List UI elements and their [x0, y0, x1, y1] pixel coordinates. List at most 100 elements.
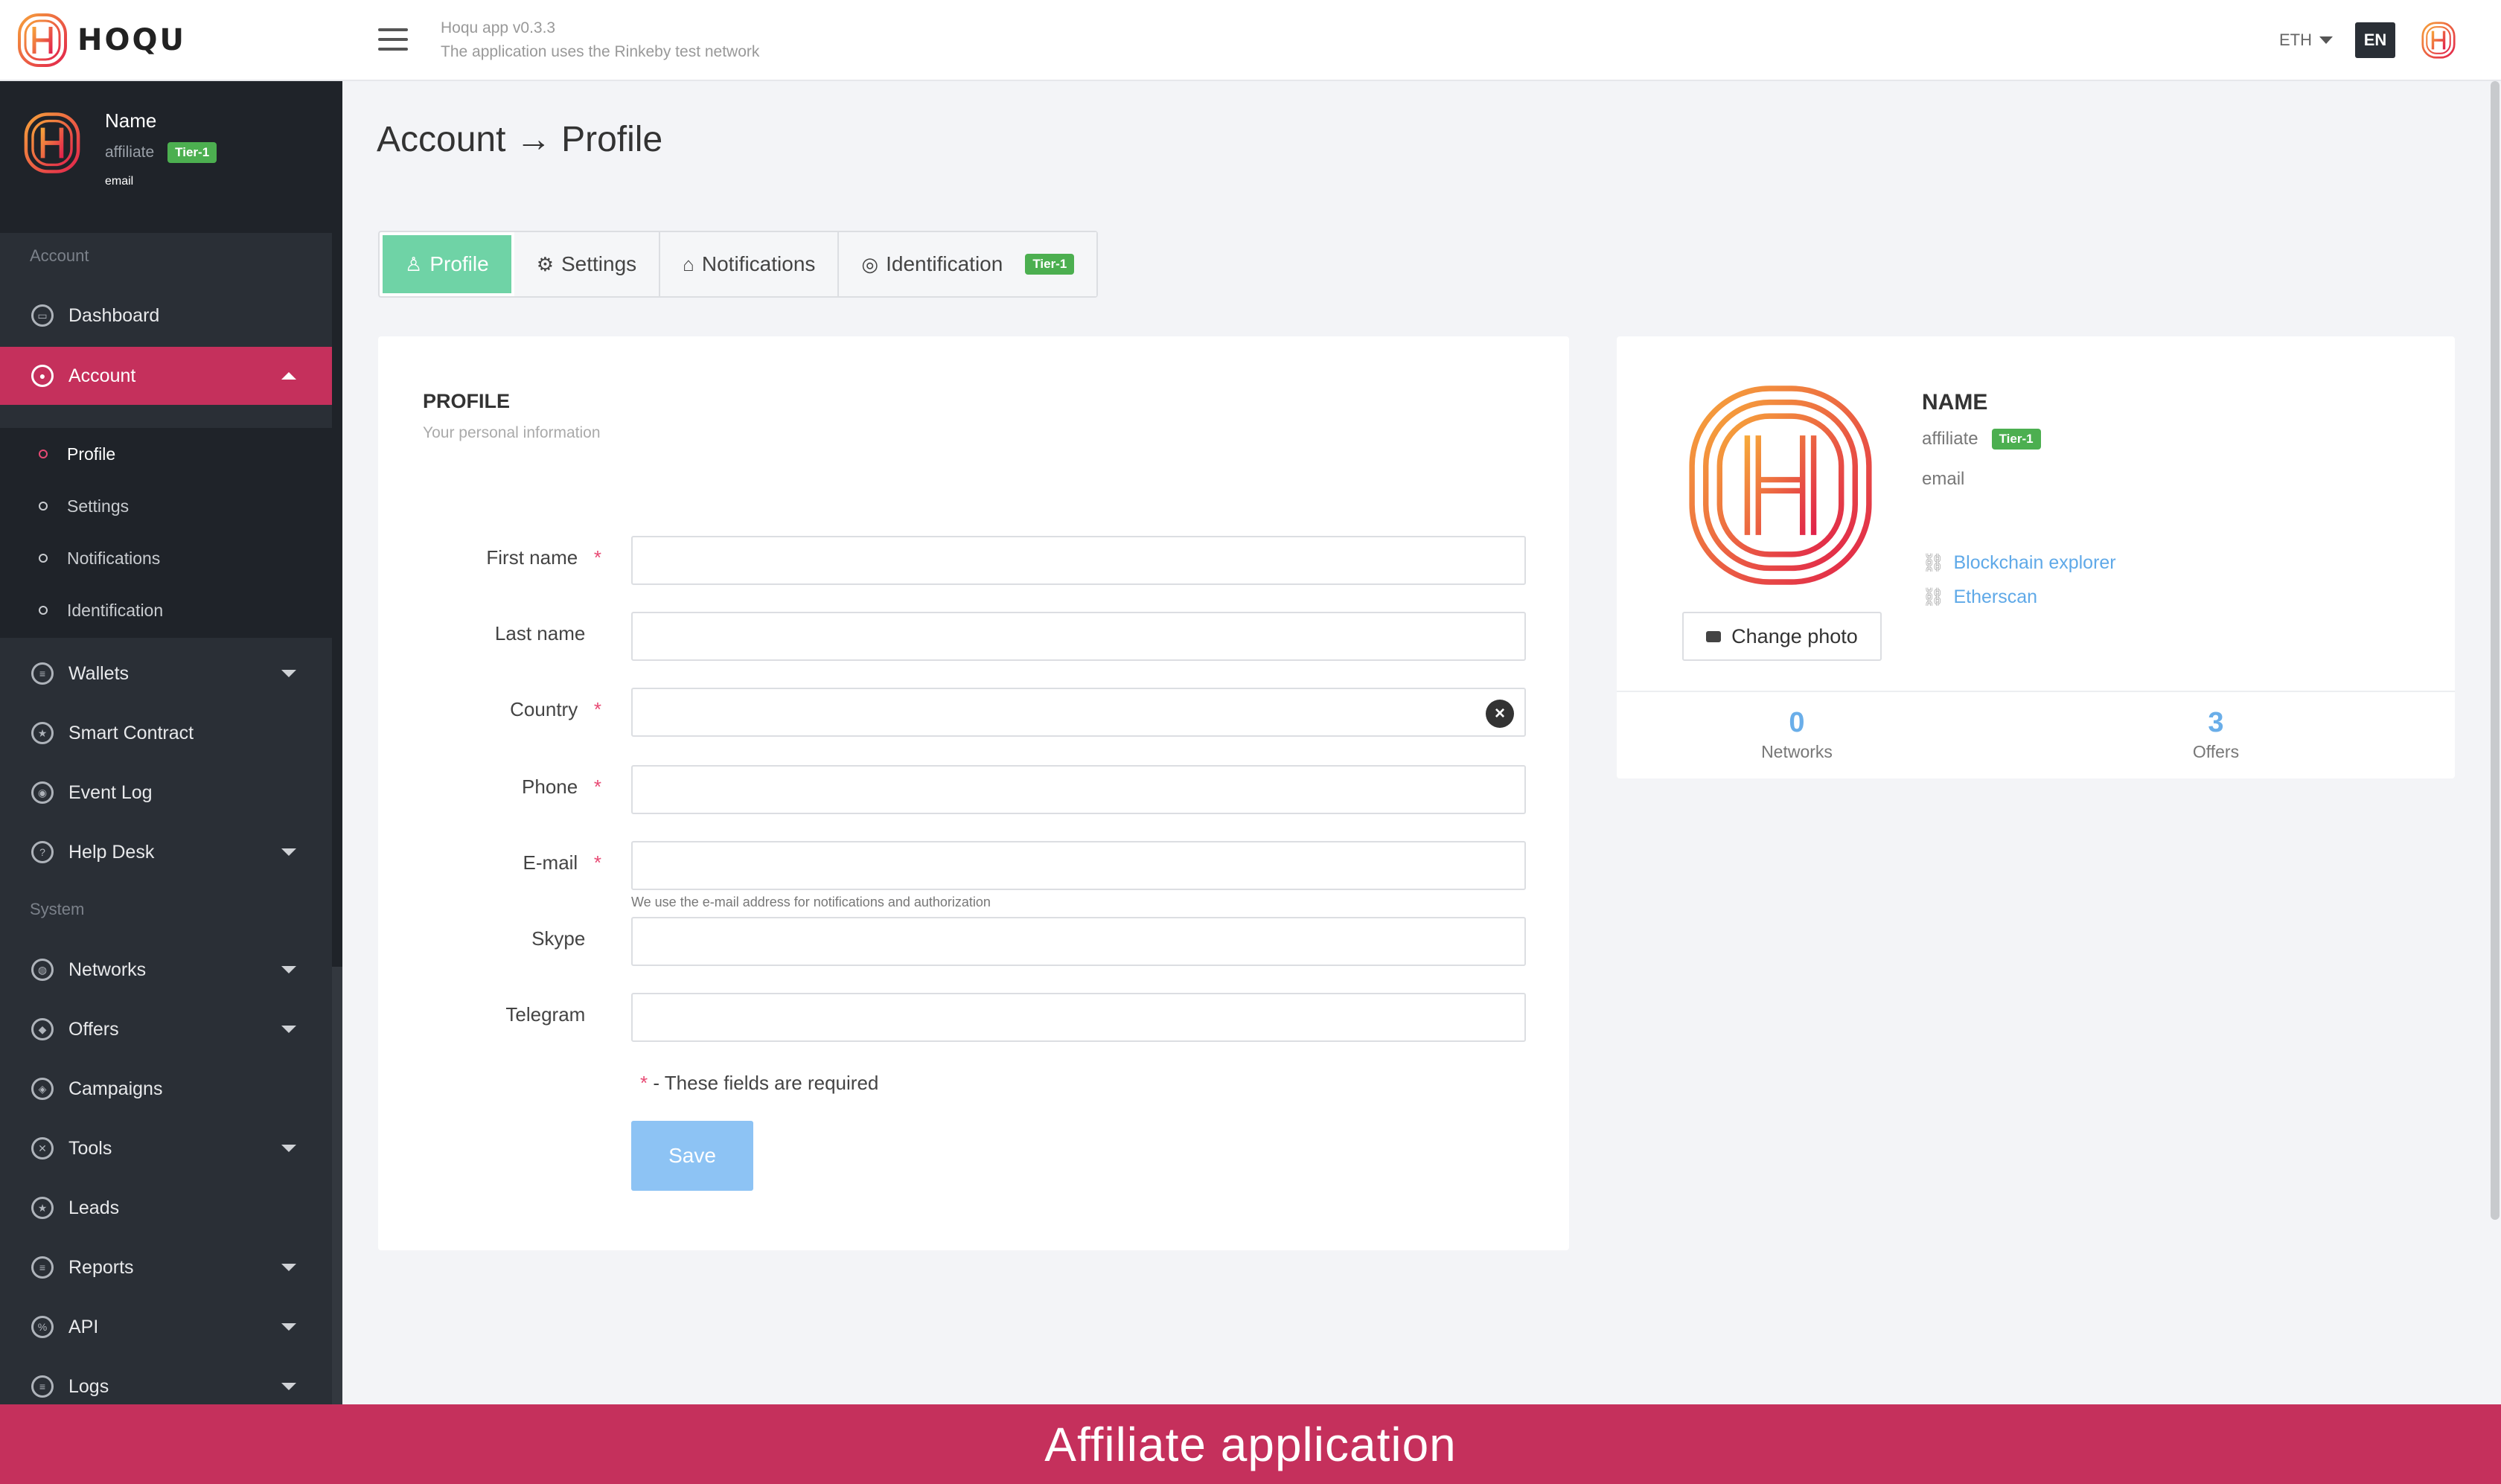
change-photo-label: Change photo: [1731, 624, 1858, 647]
tab-profile[interactable]: ♙ Profile: [383, 235, 511, 293]
sidebar-item-label: Networks: [68, 959, 147, 980]
save-button[interactable]: Save: [631, 1121, 753, 1191]
sidebar-item-tools[interactable]: ✕ Tools: [0, 1119, 332, 1177]
required-note: * - These fields are required: [640, 1072, 878, 1095]
phone-field[interactable]: [631, 765, 1526, 814]
language-button[interactable]: EN: [2355, 22, 2395, 58]
sidebar-scroll-thumb[interactable]: [332, 81, 342, 967]
required-marker: *: [593, 775, 601, 798]
submenu-item-profile[interactable]: Profile: [0, 428, 332, 480]
submenu-label: Profile: [67, 444, 116, 464]
tab-label: Identification: [886, 252, 1003, 275]
sidebar-user-role: affiliate Tier-1: [105, 142, 217, 163]
caret-down-icon: [2319, 36, 2333, 44]
currency-dropdown[interactable]: ETH: [2279, 31, 2333, 50]
profile-form-card: PROFILE Your personal information First …: [378, 336, 1569, 1250]
skype-field[interactable]: [631, 917, 1526, 966]
bullet-icon: [39, 554, 48, 563]
section-label-system: System: [30, 900, 85, 918]
sidebar-item-leads[interactable]: ★ Leads: [0, 1179, 332, 1237]
stat-value: 0: [1789, 707, 1805, 738]
role-label: affiliate: [1922, 429, 1978, 449]
gear-icon: ⚙: [536, 252, 554, 275]
tab-label: Notifications: [701, 252, 816, 275]
tab-settings[interactable]: ⚙ Settings: [514, 232, 661, 296]
sidebar-item-label: Reports: [68, 1256, 134, 1278]
sidebar-item-wallets[interactable]: ≡ Wallets: [0, 645, 332, 703]
menu-toggle-icon[interactable]: [378, 28, 408, 51]
first-name-field[interactable]: [631, 536, 1526, 585]
blockchain-explorer-link[interactable]: ⛓ Blockchain explorer: [1922, 552, 2116, 574]
profile-card-title: PROFILE: [423, 390, 511, 412]
sidebar-item-account[interactable]: ● Account: [0, 347, 332, 405]
last-name-label: Last name: [378, 622, 601, 645]
main-scrollbar[interactable]: [2489, 81, 2501, 1404]
sidebar-item-campaigns[interactable]: ◈ Campaigns: [0, 1060, 332, 1118]
submenu-label: Settings: [67, 496, 130, 516]
user-icon: ♙: [405, 252, 423, 275]
chevron-down-icon: [281, 1026, 296, 1033]
profile-summary-card: Change photo NAME affiliate Tier-1 email…: [1617, 336, 2455, 778]
chevron-down-icon: [281, 1323, 296, 1331]
sidebar-item-event-log[interactable]: ◉ Event Log: [0, 764, 332, 822]
role-label: affiliate: [105, 144, 155, 161]
sidebar-item-label: Event Log: [68, 781, 153, 803]
user-avatar-icon[interactable]: [2421, 21, 2456, 60]
sidebar-item-label: Offers: [68, 1018, 119, 1040]
sidebar-item-label: Tools: [68, 1137, 112, 1159]
section-label-account: Account: [30, 246, 89, 265]
sidebar-item-label: Leads: [68, 1197, 120, 1218]
stat-networks[interactable]: 0 Networks: [1685, 707, 1909, 762]
currency-label: ETH: [2279, 31, 2312, 49]
camera-icon: [1706, 630, 1722, 642]
last-name-field[interactable]: [631, 612, 1526, 661]
inbox-icon: ⌂: [683, 252, 694, 275]
link-icon: ⛓: [1922, 553, 1945, 573]
sidebar-user-email: email: [105, 175, 134, 188]
app-version: Hoqu app v0.3.3: [441, 19, 556, 36]
submenu-label: Identification: [67, 600, 164, 620]
profile-tabs: ♙ Profile ⚙ Settings ⌂ Notifications ◎ I…: [378, 231, 1099, 298]
clear-icon[interactable]: ×: [1486, 700, 1514, 728]
help-icon: ?: [31, 841, 54, 863]
field-label-text: Phone: [522, 775, 578, 798]
sidebar-item-api[interactable]: % API: [0, 1298, 332, 1356]
sidebar-item-offers[interactable]: ◆ Offers: [0, 1000, 332, 1058]
change-photo-button[interactable]: Change photo: [1682, 612, 1882, 661]
brand-name: HOQU: [77, 23, 186, 57]
sidebar-item-help-desk[interactable]: ? Help Desk: [0, 823, 332, 881]
eye-icon: ◎: [861, 252, 879, 275]
sidebar-item-dashboard[interactable]: ▭ Dashboard: [0, 287, 332, 345]
brand-logo[interactable]: HOQU: [16, 12, 186, 68]
submenu-item-notifications[interactable]: Notifications: [0, 532, 332, 584]
star-icon: ★: [31, 1197, 54, 1219]
etherscan-link[interactable]: ⛓ Etherscan: [1922, 586, 2037, 608]
main-scroll-thumb[interactable]: [2491, 81, 2500, 1220]
footer-banner: Affiliate application: [0, 1404, 2501, 1484]
email-field[interactable]: [631, 841, 1526, 890]
country-select[interactable]: ×: [631, 688, 1526, 737]
sidebar-item-logs[interactable]: ≡ Logs: [0, 1357, 332, 1404]
tab-notifications[interactable]: ⌂ Notifications: [660, 232, 840, 296]
globe-icon: ◍: [31, 959, 54, 981]
required-marker: *: [593, 851, 601, 874]
sidebar-item-reports[interactable]: ≡ Reports: [0, 1238, 332, 1296]
sidebar-item-smart-contract[interactable]: ★ Smart Contract: [0, 704, 332, 762]
submenu-item-identification[interactable]: Identification: [0, 584, 332, 636]
country-label: Country *: [378, 698, 601, 721]
profile-photo: [1689, 386, 1872, 585]
sidebar-item-networks[interactable]: ◍ Networks: [0, 941, 332, 999]
stat-offers[interactable]: 3 Offers: [2104, 707, 2328, 762]
submenu-item-settings[interactable]: Settings: [0, 480, 332, 532]
tab-identification[interactable]: ◎ Identification Tier-1: [839, 232, 1097, 296]
tier-badge: Tier-1: [1991, 429, 2041, 450]
link-label: Etherscan: [1953, 586, 2038, 607]
report-icon: ≡: [31, 1256, 54, 1279]
telegram-field[interactable]: [631, 993, 1526, 1042]
sidebar: Name affiliate Tier-1 email Account ▭ Da…: [0, 81, 342, 1404]
tools-icon: ✕: [31, 1137, 54, 1160]
hoqu-logo-icon: [18, 13, 67, 67]
sidebar-scrollbar[interactable]: [332, 81, 342, 1404]
required-marker: *: [640, 1072, 648, 1094]
footer-text: Affiliate application: [1044, 1417, 1457, 1471]
